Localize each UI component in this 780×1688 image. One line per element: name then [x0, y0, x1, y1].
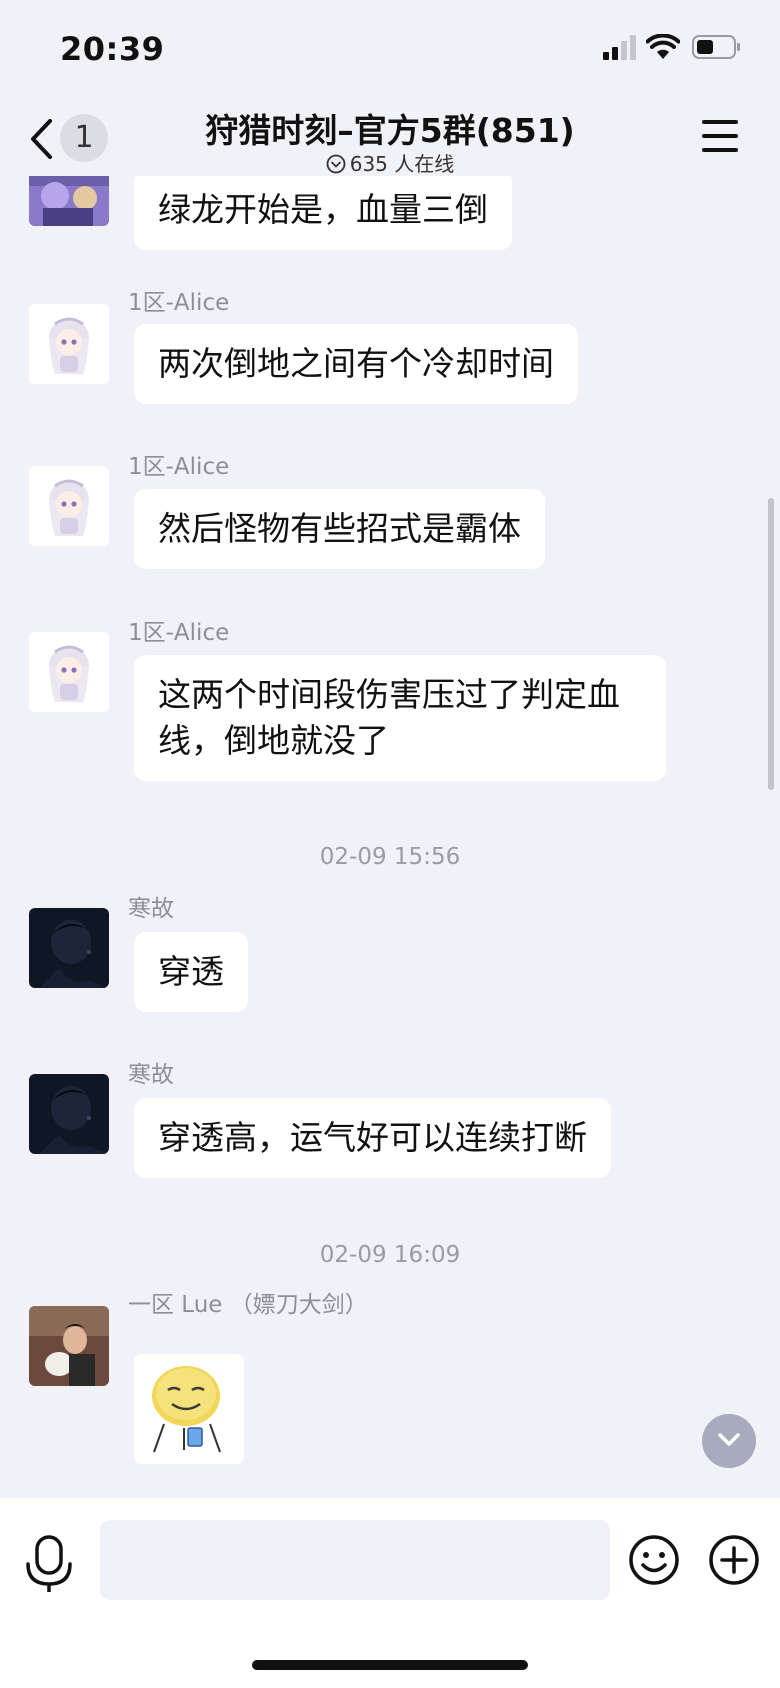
- group-title[interactable]: 狩猎时刻–官方5群(851): [150, 104, 630, 152]
- message-bubble[interactable]: 两次倒地之间有个冷却时间: [134, 324, 578, 404]
- avatar[interactable]: [29, 304, 109, 384]
- chevron-down-circle-icon: [326, 154, 346, 174]
- sender-name: 寒故: [128, 1062, 174, 1088]
- menu-button[interactable]: [702, 120, 742, 156]
- sender-name: 1区-Alice: [128, 620, 230, 646]
- plus-circle-icon: [709, 1535, 759, 1585]
- smiley-sticker-image: [134, 1354, 244, 1464]
- status-bar: 20:39: [0, 0, 780, 100]
- message-bubble[interactable]: 然后怪物有些招式是霸体: [134, 489, 545, 569]
- hamburger-line: [702, 134, 738, 138]
- avatar[interactable]: [29, 908, 109, 988]
- scroll-to-bottom-button[interactable]: [702, 1414, 756, 1468]
- timestamp: 02-09 15:56: [319, 844, 461, 870]
- more-actions-button[interactable]: [708, 1534, 760, 1586]
- home-indicator[interactable]: [252, 1660, 528, 1670]
- status-time: 20:39: [60, 30, 165, 68]
- dark-portrait-avatar-image: [29, 908, 109, 988]
- scrollbar[interactable]: [768, 498, 774, 790]
- voice-input-button[interactable]: [24, 1534, 74, 1594]
- avatar[interactable]: [29, 632, 109, 712]
- emoji-button[interactable]: [628, 1534, 680, 1586]
- alice-avatar-image: [29, 466, 109, 546]
- chat-header: 1 狩猎时刻–官方5群(851) 635 人在线: [0, 100, 780, 176]
- chevron-down-icon: [718, 1433, 740, 1446]
- sender-name: 一区 Lue （嫖刀大剑）: [128, 1292, 368, 1318]
- hamburger-menu-icon: [702, 120, 738, 124]
- avatar[interactable]: [29, 176, 109, 226]
- avatar[interactable]: [29, 1306, 109, 1386]
- battery-icon: [692, 35, 740, 59]
- wifi-icon: [646, 34, 680, 59]
- online-count-text: 635 人在线: [349, 152, 455, 176]
- sender-name: 寒故: [128, 896, 174, 922]
- anime-avatar-image: [29, 176, 109, 226]
- message-input[interactable]: [100, 1520, 610, 1600]
- message-bubble[interactable]: 绿龙开始是，血量三倒: [134, 176, 512, 250]
- microphone-icon: [26, 1535, 72, 1592]
- back-button[interactable]: 1: [28, 112, 118, 164]
- online-count[interactable]: 635 人在线: [230, 148, 550, 177]
- alice-avatar-image: [29, 632, 109, 712]
- message-bubble[interactable]: 穿透: [134, 932, 248, 1012]
- sticker-image[interactable]: [134, 1354, 244, 1464]
- dark-portrait-avatar-image: [29, 1074, 109, 1154]
- message-bubble[interactable]: 这两个时间段伤害压过了判定血线，倒地就没了: [134, 655, 666, 781]
- alice-avatar-image: [29, 304, 109, 384]
- smiley-face-icon: [629, 1535, 679, 1585]
- avatar[interactable]: [29, 466, 109, 546]
- message-bubble[interactable]: 穿透高，运气好可以连续打断: [134, 1098, 611, 1178]
- sender-name: 1区-Alice: [128, 290, 230, 316]
- cellular-signal-icon: [603, 35, 636, 60]
- photo-avatar-image: [29, 1306, 109, 1386]
- sender-name: 1区-Alice: [128, 454, 230, 480]
- chevron-left-icon: [31, 119, 52, 159]
- hamburger-line: [702, 148, 738, 152]
- unread-count-badge: 1: [60, 114, 108, 162]
- timestamp: 02-09 16:09: [319, 1242, 461, 1268]
- message-list[interactable]: 绿龙开始是，血量三倒 1区-Alice 两次倒地之间有个冷却时间 1区-Alic…: [0, 176, 780, 1498]
- avatar[interactable]: [29, 1074, 109, 1154]
